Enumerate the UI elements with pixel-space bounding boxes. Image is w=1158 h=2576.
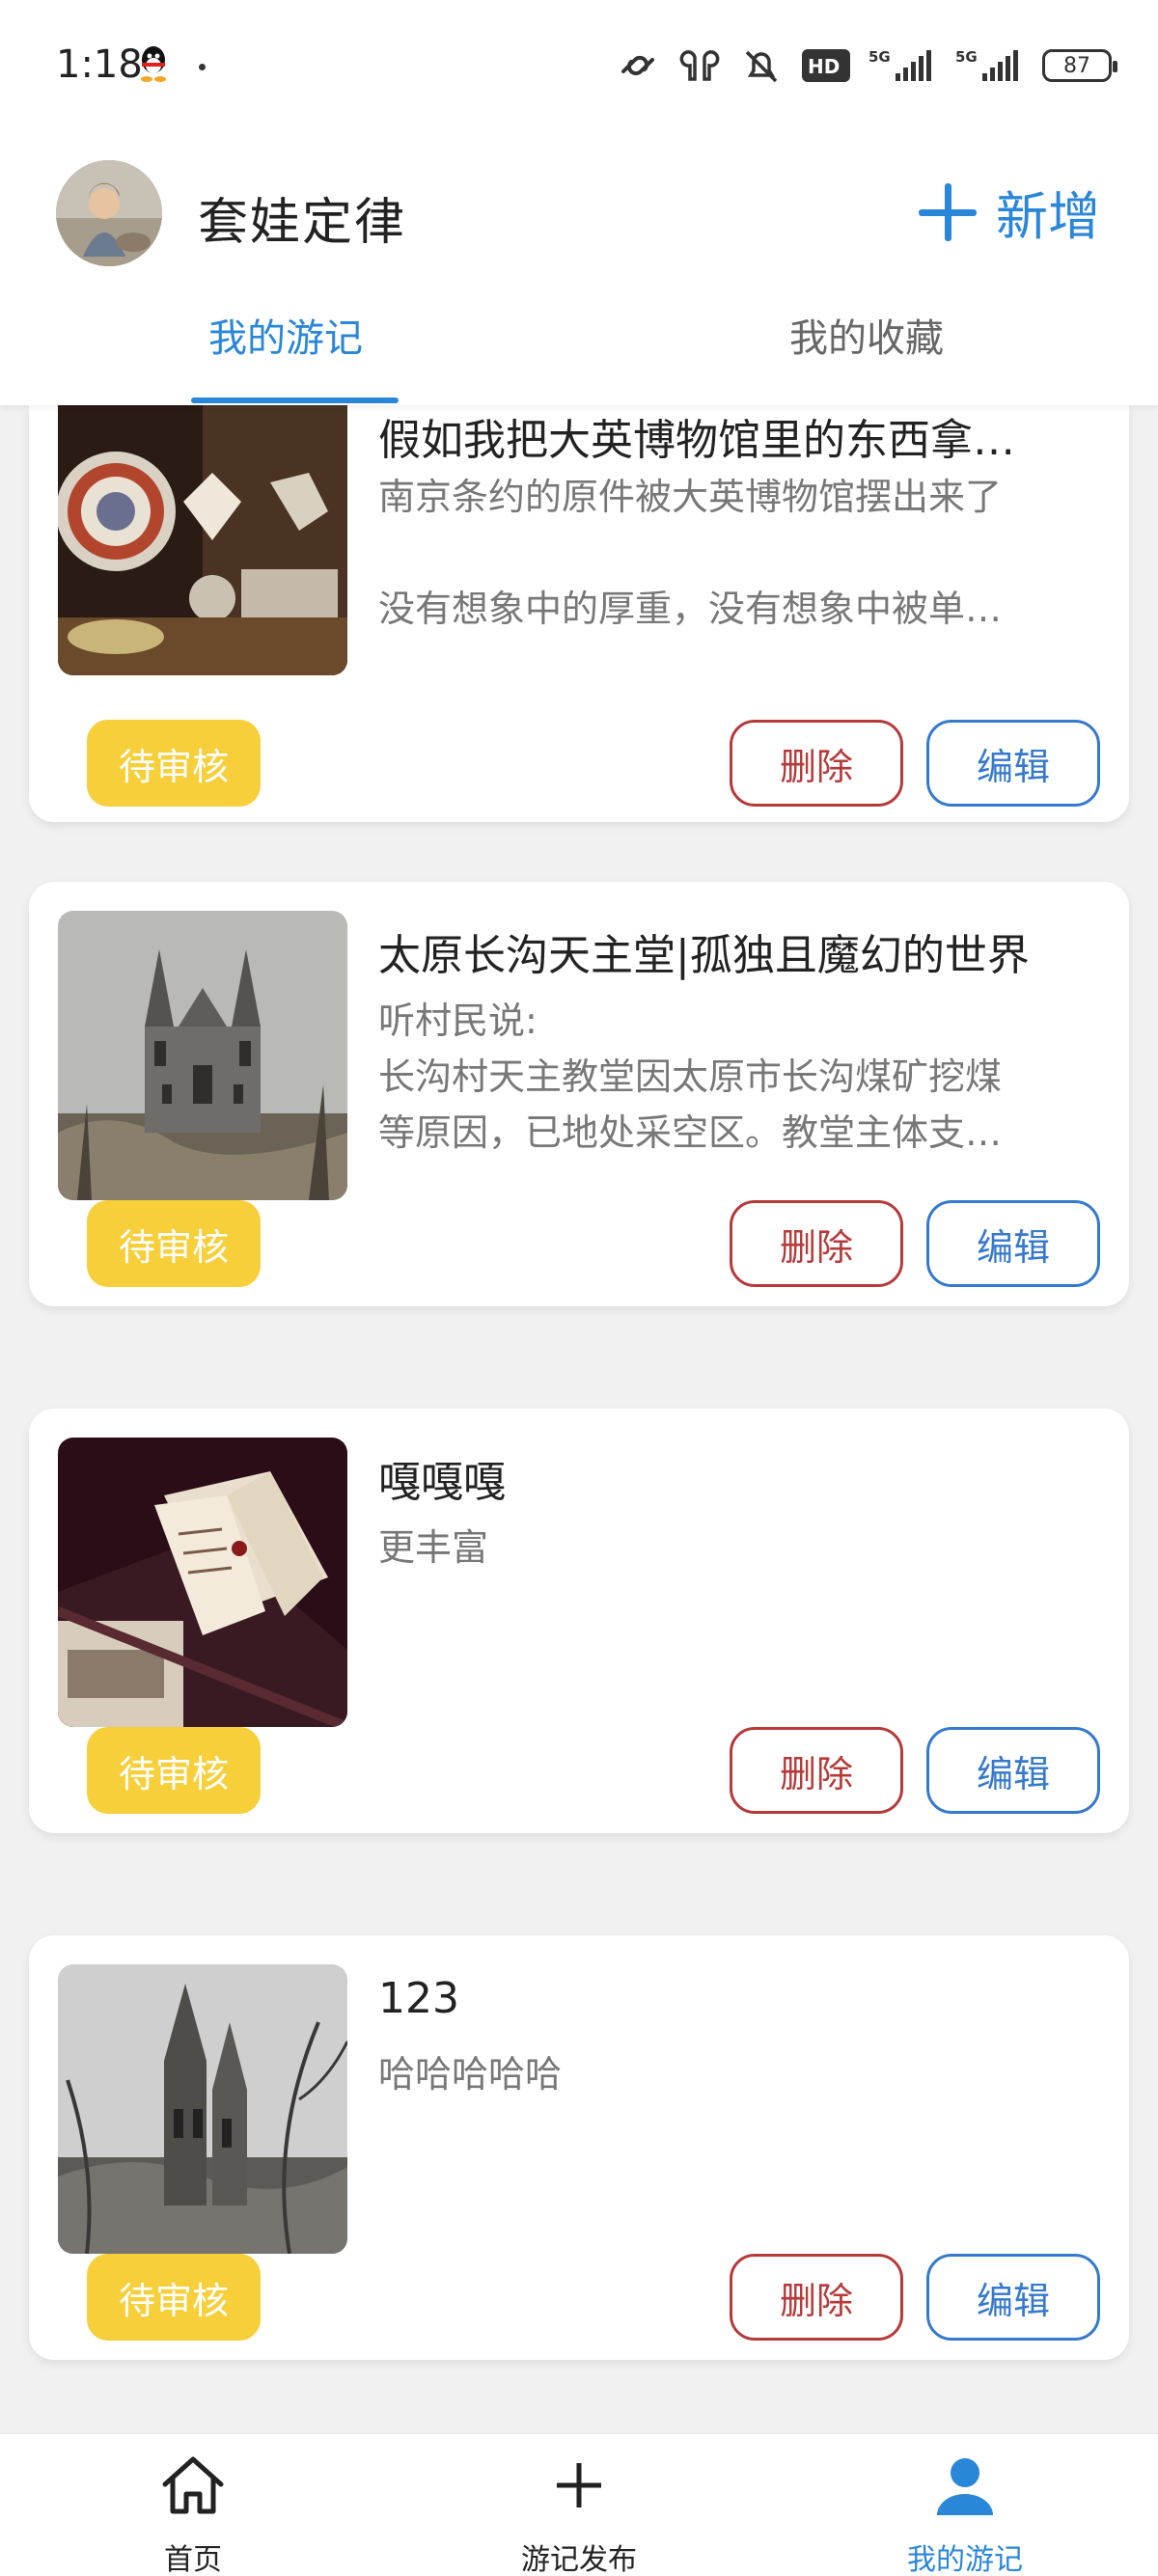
home-icon (162, 2456, 224, 2514)
nav-label: 我的游记 (907, 2543, 1023, 2576)
hd-icon: HD (802, 49, 850, 82)
app-header: 套娃定律 新增 我的游记 我的收藏 (0, 135, 1158, 405)
mute-bell-icon (745, 50, 778, 83)
nav-publish[interactable]: 游记发布 (463, 2434, 695, 2576)
tab-my-favorites[interactable]: 我的收藏 (789, 307, 944, 363)
desc-line: 等原因，已地处采空区。教堂主体支… (378, 1111, 1003, 1154)
travel-card[interactable]: 嘎嘎嘎 更丰富 待审核 删除 编辑 (29, 1409, 1129, 1833)
card-description: 更丰富 (378, 1520, 1112, 1576)
status-badge: 待审核 (87, 720, 261, 807)
status-badge: 待审核 (87, 1727, 261, 1814)
status-bar: 1:18 HD 5G 5G 87 (0, 0, 1158, 135)
desc-line: 南京条约的原件被大英博物馆摆出来了 (378, 476, 1003, 518)
church-photo (58, 911, 347, 1200)
tab-my-travels[interactable]: 我的游记 (208, 307, 363, 363)
delete-button[interactable]: 删除 (730, 2254, 903, 2341)
plus-icon (557, 2463, 601, 2507)
add-label: 新增 (996, 186, 1100, 247)
tab-bar: 我的游记 我的收藏 (0, 297, 1158, 405)
nav-label: 首页 (164, 2543, 222, 2576)
card-thumbnail[interactable] (58, 1964, 347, 2254)
nav-my-travels[interactable]: 我的游记 (849, 2434, 1081, 2576)
link-icon (621, 55, 654, 76)
signal-5g-icon-2: 5G (955, 48, 1018, 81)
church-bw-photo (58, 1964, 347, 2254)
svg-text:HD: HD (808, 55, 840, 78)
active-tab-indicator (191, 397, 399, 403)
museum-photo (58, 405, 347, 675)
card-description: 南京条约的原件被大英博物馆摆出来了 没有想象中的厚重，没有想象中被单… (378, 469, 1112, 637)
delete-button[interactable]: 删除 (730, 720, 903, 807)
battery-icon: 87 (1042, 49, 1117, 82)
card-title: 太原长沟天主堂|孤独且魔幻的世界 (378, 931, 1030, 980)
desc-line: 哈哈哈哈哈 (378, 2053, 563, 2096)
card-thumbnail[interactable] (58, 1438, 347, 1727)
username: 套娃定律 (198, 194, 407, 252)
delete-button[interactable]: 删除 (730, 1727, 903, 1814)
nav-home[interactable]: 首页 (77, 2434, 309, 2576)
nav-label: 游记发布 (521, 2543, 637, 2576)
card-description: 听村民说: 长沟村天主教堂因太原市长沟煤矿挖煤 等原因，已地处采空区。教堂主体支… (378, 993, 1112, 1161)
avatar-image (56, 160, 162, 266)
signal-5g-icon: 5G (868, 48, 931, 81)
card-thumbnail[interactable] (58, 405, 347, 675)
edit-button[interactable]: 编辑 (926, 2254, 1100, 2341)
svg-text:5G: 5G (868, 48, 891, 66)
travel-card[interactable]: 123 哈哈哈哈哈 待审核 删除 编辑 (29, 1935, 1129, 2360)
edit-button[interactable]: 编辑 (926, 1200, 1100, 1287)
user-icon (937, 2458, 993, 2515)
travel-card[interactable]: 假如我把大英博物馆里的东西拿… 南京条约的原件被大英博物馆摆出来了 没有想象中的… (29, 405, 1129, 822)
desc-line (378, 525, 1112, 581)
edit-button[interactable]: 编辑 (926, 1727, 1100, 1814)
desc-line: 没有想象中的厚重，没有想象中被单… (378, 588, 1003, 630)
bottom-nav: 首页 游记发布 我的游记 (0, 2433, 1158, 2576)
earbuds-icon (679, 50, 720, 81)
add-button[interactable]: 新增 (919, 174, 1100, 250)
delete-button[interactable]: 删除 (730, 1200, 903, 1287)
travel-list[interactable]: 假如我把大英博物馆里的东西拿… 南京条约的原件被大英博物馆摆出来了 没有想象中的… (0, 405, 1158, 2433)
status-badge: 待审核 (87, 1200, 261, 1287)
book-photo (58, 1438, 347, 1727)
status-badge: 待审核 (87, 2254, 261, 2341)
card-thumbnail[interactable] (58, 911, 347, 1200)
card-title: 嘎嘎嘎 (378, 1458, 506, 1507)
status-time: 1:18 (56, 42, 143, 87)
svg-text:5G: 5G (955, 48, 978, 66)
battery-level: 87 (1063, 53, 1090, 78)
status-icons: HD 5G 5G 87 (616, 42, 1117, 89)
card-description: 哈哈哈哈哈 (378, 2046, 1112, 2102)
edit-button[interactable]: 编辑 (926, 720, 1100, 807)
avatar[interactable] (56, 160, 162, 266)
travel-card[interactable]: 太原长沟天主堂|孤独且魔幻的世界 听村民说: 长沟村天主教堂因太原市长沟煤矿挖煤… (29, 882, 1129, 1306)
notification-dot (199, 64, 206, 70)
desc-line: 更丰富 (378, 1526, 489, 1569)
plus-icon (919, 182, 977, 241)
desc-line: 听村民说: (378, 1000, 538, 1042)
card-title: 假如我把大英博物馆里的东西拿… (378, 416, 1015, 465)
qq-icon (141, 46, 166, 82)
desc-line: 长沟村天主教堂因太原市长沟煤矿挖煤 (378, 1055, 1003, 1098)
card-title: 123 (378, 1974, 459, 2023)
